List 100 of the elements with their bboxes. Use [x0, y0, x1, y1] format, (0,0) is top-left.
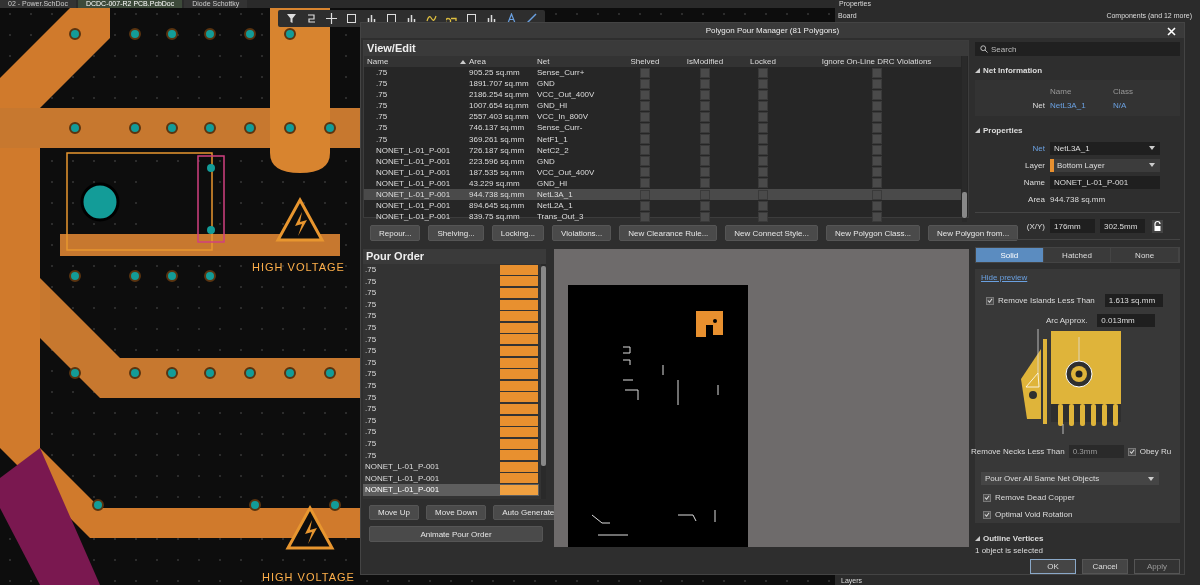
scrollbar[interactable] [541, 264, 546, 499]
checkbox[interactable] [871, 178, 882, 189]
list-item[interactable]: .75 [363, 310, 539, 322]
list-item[interactable]: .75 [363, 287, 539, 299]
list-item[interactable]: .75 [363, 437, 539, 450]
layer-dropdown[interactable]: Bottom Layer [1050, 158, 1160, 172]
checkbox[interactable] [871, 189, 882, 200]
checkbox[interactable] [758, 189, 768, 200]
checkbox[interactable] [758, 89, 768, 100]
checkbox[interactable] [700, 100, 710, 111]
chart-icon[interactable] [406, 13, 417, 24]
list-item[interactable]: .75 [363, 264, 539, 276]
action-button[interactable]: New Polygon Class... [826, 225, 921, 241]
checkbox[interactable] [700, 89, 710, 100]
checkbox[interactable] [986, 296, 994, 305]
checkbox[interactable] [758, 211, 768, 222]
checkbox[interactable] [640, 89, 650, 100]
column-header[interactable]: Ignore On-Line DRC Violations [792, 56, 961, 67]
checkbox[interactable] [640, 67, 650, 78]
table-row[interactable]: .75 2186.254 sq.mm VCC_Out_400V [364, 89, 961, 101]
list-item[interactable]: NONET_L-01_P-001 [363, 461, 539, 473]
table-row[interactable]: NONET_L-01_P-001 944.738 sq.mm NetL3A_1 [364, 189, 961, 201]
checkbox[interactable] [700, 111, 710, 122]
table-row[interactable]: .75 905.25 sq.mm Sense_Curr+ [364, 67, 961, 79]
column-header[interactable]: Area [469, 56, 537, 67]
checkbox[interactable] [871, 67, 882, 78]
list-item[interactable]: .75 [363, 275, 539, 288]
arc-field[interactable]: 0.013mm [1097, 314, 1156, 327]
checkbox[interactable] [640, 167, 650, 178]
close-icon[interactable] [1167, 27, 1176, 36]
action-button[interactable]: New Clearance Rule... [619, 225, 718, 241]
search-field[interactable]: Search [975, 42, 1180, 56]
collapse-icon[interactable] [975, 535, 980, 541]
table-row[interactable]: NONET_L-01_P-001 223.596 sq.mm GND [364, 155, 961, 167]
table-row[interactable]: NONET_L-01_P-001 894.645 sq.mm NetL2A_1 [364, 200, 961, 212]
checkbox[interactable] [640, 156, 650, 167]
list-item[interactable]: .75 [363, 333, 539, 346]
action-button[interactable]: Repour... [370, 225, 421, 241]
checkbox[interactable] [640, 134, 650, 145]
checkbox[interactable] [758, 123, 768, 133]
fill-mode-tab[interactable]: Hatched [1043, 248, 1112, 262]
checkbox[interactable] [700, 200, 710, 211]
table-row[interactable]: .75 1007.654 sq.mm GND_HI [364, 100, 961, 112]
checkbox[interactable] [700, 211, 710, 222]
list-item[interactable]: .75 [363, 414, 539, 427]
list-item[interactable]: NONET_L-01_P-001 [363, 472, 539, 485]
checkbox[interactable] [758, 178, 768, 189]
checkbox[interactable] [871, 89, 882, 100]
checkbox[interactable] [640, 100, 650, 111]
collapse-icon[interactable] [975, 127, 980, 133]
order-button[interactable]: Move Up [369, 505, 419, 520]
order-button[interactable]: Move Down [426, 505, 487, 520]
table-row[interactable]: NONET_L-01_P-001 43.229 sq.mm GND_HI [364, 177, 961, 190]
square-icon[interactable] [466, 13, 477, 24]
checkbox[interactable] [871, 123, 882, 133]
column-header[interactable]: IsModified [676, 56, 734, 67]
list-item[interactable]: .75 [363, 379, 539, 392]
list-item[interactable]: .75 [363, 321, 539, 334]
chart-icon[interactable] [486, 13, 497, 24]
table-row[interactable]: NONET_L-01_P-001 187.535 sq.mm VCC_Out_400V [364, 166, 961, 178]
list-item[interactable]: .75 [363, 298, 539, 311]
list-item[interactable]: NONET_L-01_P-001 [363, 484, 539, 496]
table-row[interactable]: .75 1891.707 sq.mm GND [364, 78, 961, 90]
checkbox[interactable] [871, 100, 882, 111]
checkbox[interactable] [640, 178, 650, 189]
list-item[interactable]: .75 [363, 426, 539, 438]
text-icon[interactable] [506, 13, 517, 24]
checkbox[interactable] [758, 67, 768, 78]
table-row[interactable]: .75 2557.403 sq.mm VCC_In_800V [364, 111, 961, 123]
checkbox[interactable] [640, 211, 650, 222]
checkbox[interactable] [983, 510, 991, 519]
chart-icon[interactable] [366, 13, 377, 24]
column-header[interactable]: Name [364, 56, 469, 67]
checkbox[interactable] [640, 145, 650, 156]
action-button[interactable]: New Connect Style... [725, 225, 819, 241]
checkbox[interactable] [871, 211, 882, 222]
net-dropdown[interactable]: NetL3A_1 [1050, 141, 1160, 155]
y-field[interactable]: 302.5mm [1100, 219, 1145, 233]
wave-icon[interactable] [426, 13, 437, 24]
checkbox[interactable] [640, 123, 650, 133]
square-icon[interactable] [346, 13, 357, 24]
action-button[interactable]: Violations... [552, 225, 612, 241]
list-item[interactable]: .75 [363, 391, 539, 404]
checkbox[interactable] [871, 111, 882, 122]
fill-mode-tab[interactable]: Solid [976, 248, 1044, 262]
collapse-icon[interactable] [975, 67, 980, 73]
scrollbar[interactable] [962, 56, 967, 223]
padlock-icon[interactable] [1152, 219, 1163, 233]
section-title[interactable]: Net Information [983, 65, 1043, 75]
table-row[interactable]: NONET_L-01_P-001 726.187 sq.mm NetC2_2 [364, 144, 961, 156]
checkbox[interactable] [758, 134, 768, 145]
column-header[interactable]: Shelved [614, 56, 676, 67]
checkbox[interactable] [700, 134, 710, 145]
checkbox[interactable] [871, 200, 882, 211]
filter-icon[interactable] [286, 13, 297, 24]
checkbox[interactable] [700, 167, 710, 178]
islands-field[interactable]: 1.613 sq.mm [1104, 294, 1163, 307]
list-item[interactable]: .75 [363, 356, 539, 369]
checkbox[interactable] [983, 493, 991, 502]
square-icon[interactable] [386, 13, 397, 24]
